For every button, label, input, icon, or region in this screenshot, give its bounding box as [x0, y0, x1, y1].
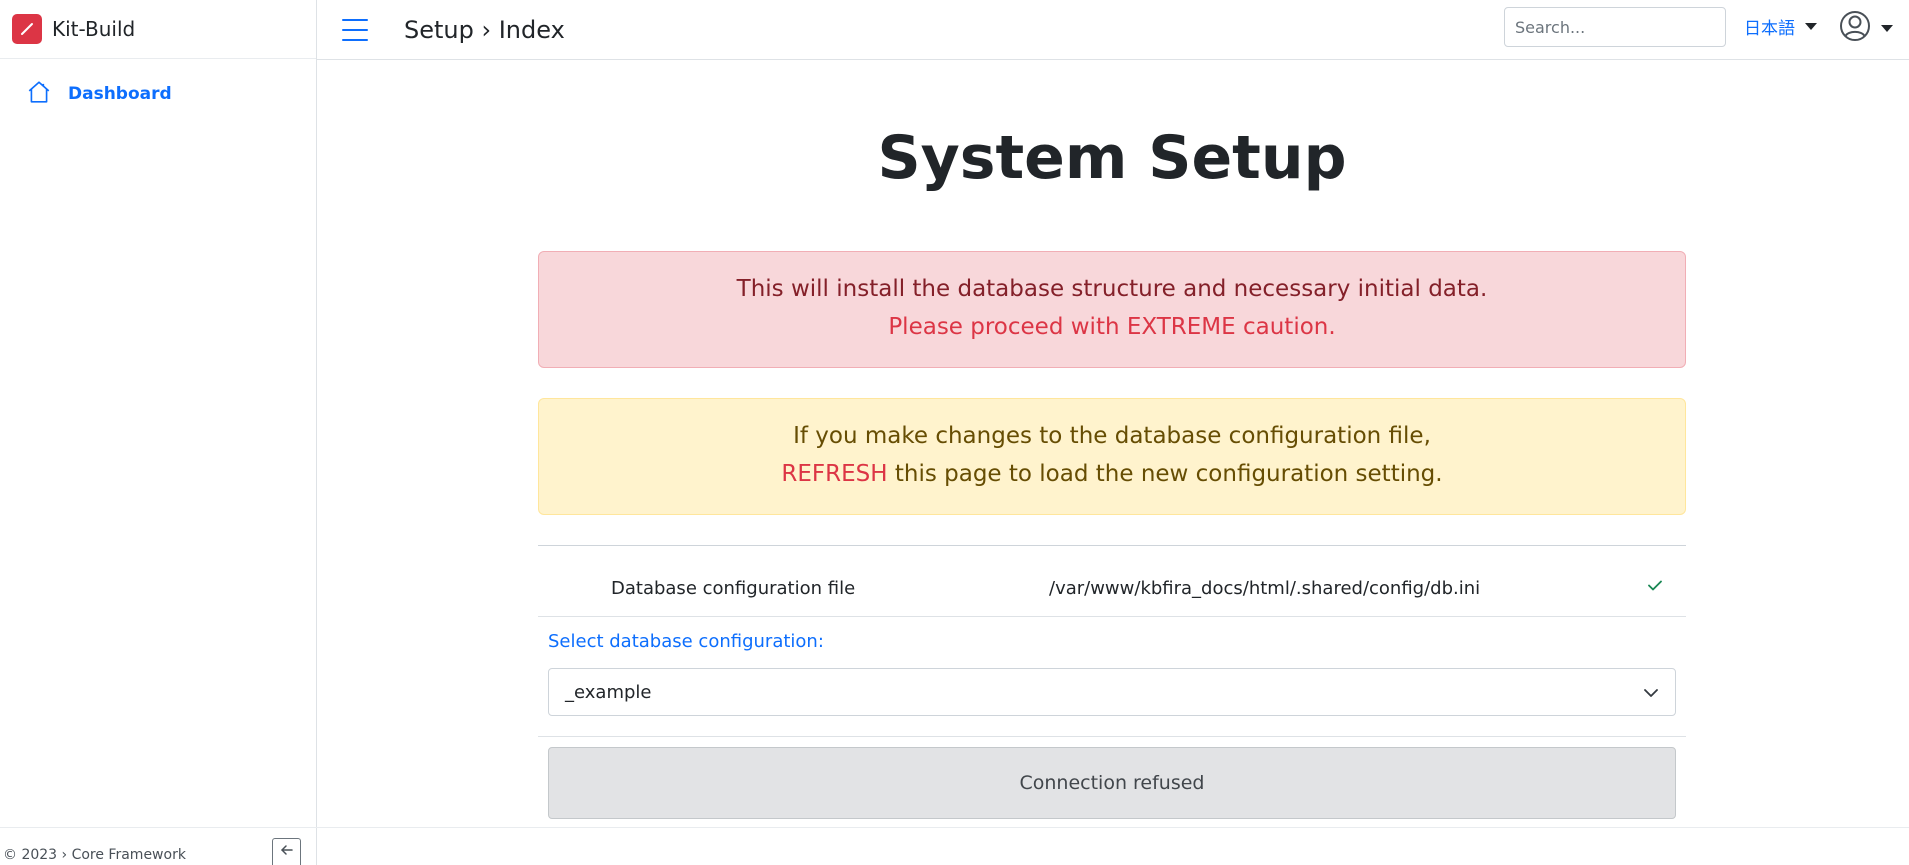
- setup-panel: System Setup This will install the datab…: [538, 60, 1686, 819]
- brand[interactable]: Kit-Build: [0, 0, 316, 59]
- database-config-select[interactable]: _example: [548, 668, 1676, 716]
- config-file-label: Database configuration file: [611, 578, 856, 599]
- user-menu[interactable]: [1839, 10, 1893, 46]
- danger-alert-line2: Please proceed with EXTREME caution.: [888, 314, 1336, 340]
- collapse-sidebar-button[interactable]: [272, 838, 301, 865]
- divider: [538, 736, 1686, 737]
- chevron-down-icon: [1643, 685, 1659, 706]
- main-content: System Setup This will install the datab…: [317, 60, 1909, 830]
- bottom-divider: [317, 827, 1909, 828]
- config-file-path: /var/www/kbfira_docs/html/.shared/config…: [1049, 578, 1481, 599]
- danger-alert-line1: This will install the database structure…: [736, 276, 1488, 302]
- danger-alert: This will install the database structure…: [538, 251, 1686, 368]
- copyright-text: © 2023 › Core Framework: [3, 847, 186, 863]
- brand-name: Kit-Build: [52, 17, 136, 41]
- select-value: _example: [565, 681, 652, 703]
- home-icon: [26, 79, 52, 109]
- warning-alert-line2-rest: this page to load the new configuration …: [887, 461, 1443, 487]
- brand-logo-icon: [12, 14, 42, 44]
- caret-down-icon: [1805, 23, 1817, 30]
- page-title: System Setup: [877, 123, 1347, 193]
- language-dropdown[interactable]: 日本語: [1744, 14, 1817, 39]
- language-label: 日本語: [1744, 19, 1795, 39]
- top-navbar: Setup › Index 日本語: [317, 0, 1909, 60]
- user-circle-icon: [1839, 10, 1871, 46]
- sidebar: Kit-Build Dashboard © 2023 › Core Framew…: [0, 0, 317, 865]
- warning-alert: If you make changes to the database conf…: [538, 398, 1686, 515]
- breadcrumb: Setup › Index: [404, 15, 565, 44]
- sidebar-footer: © 2023 › Core Framework: [0, 827, 317, 865]
- search-input[interactable]: [1504, 7, 1726, 47]
- connection-status: Connection refused: [548, 747, 1676, 819]
- refresh-keyword: REFRESH: [781, 461, 888, 487]
- warning-alert-line2: REFRESH this page to load the new config…: [549, 455, 1675, 493]
- arrow-left-icon: [278, 842, 296, 862]
- select-config-label: Select database configuration:: [548, 631, 824, 652]
- check-icon: [1647, 577, 1663, 598]
- sidebar-item-label: Dashboard: [68, 84, 172, 104]
- warning-alert-line1: If you make changes to the database conf…: [793, 423, 1431, 449]
- sidebar-item-dashboard[interactable]: Dashboard: [0, 79, 316, 109]
- config-file-row: Database configuration file /var/www/kbf…: [538, 546, 1686, 617]
- hamburger-icon[interactable]: [342, 18, 368, 41]
- caret-down-icon: [1881, 24, 1893, 32]
